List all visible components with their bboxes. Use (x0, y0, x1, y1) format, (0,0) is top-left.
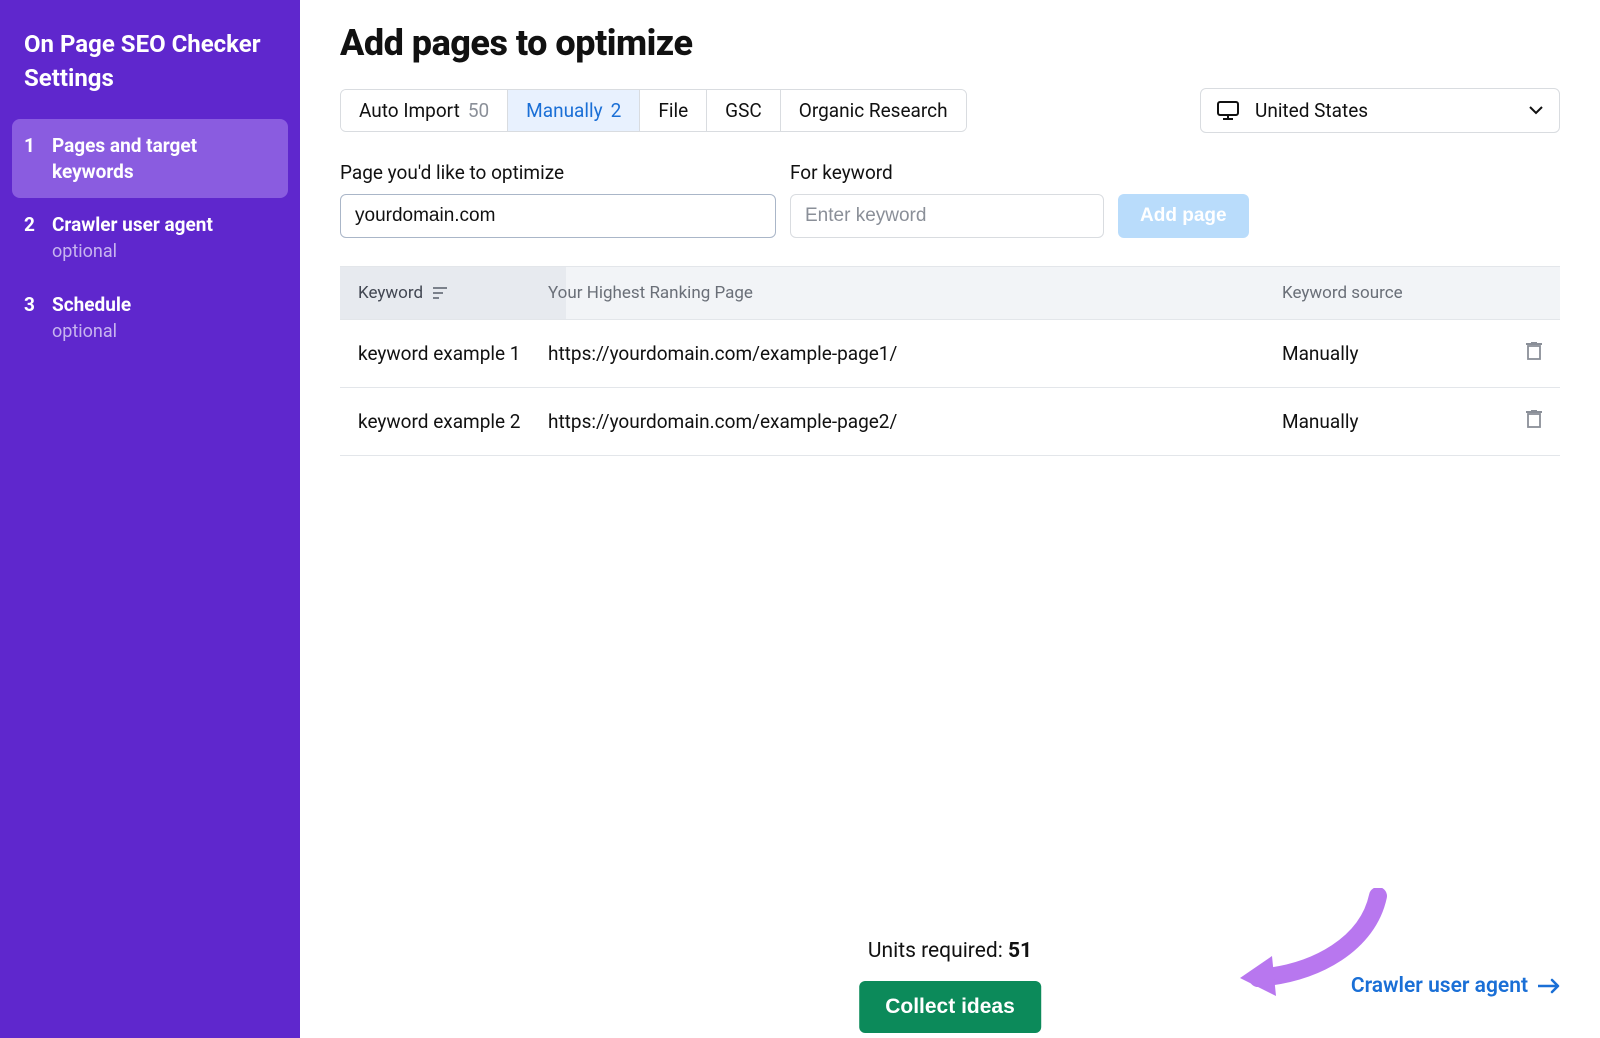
collect-ideas-button[interactable]: Collect ideas (859, 981, 1041, 1033)
desktop-icon (1217, 101, 1239, 121)
delete-row-button[interactable] (1526, 342, 1542, 360)
tab-label: Organic Research (799, 99, 948, 122)
nav-step-label: Crawler user agent (52, 213, 213, 236)
chevron-down-icon (1529, 106, 1543, 115)
page-title: Add pages to optimize (340, 22, 1560, 64)
nav-step-number: 1 (24, 133, 38, 184)
next-step-link[interactable]: Crawler user agent (1351, 974, 1560, 998)
col-source: Keyword source (1282, 283, 1482, 303)
url-input[interactable] (340, 194, 776, 238)
col-keyword[interactable]: Keyword (340, 267, 566, 319)
add-page-form: Page you'd like to optimize For keyword … (340, 161, 1560, 238)
nav-item-pages-keywords[interactable]: 1 Pages and target keywords (12, 119, 288, 198)
nav-item-crawler-agent[interactable]: 2 Crawler user agent optional (12, 198, 288, 278)
nav-step-number: 3 (24, 292, 38, 344)
nav-item-schedule[interactable]: 3 Schedule optional (12, 278, 288, 358)
keyword-input[interactable] (790, 194, 1104, 238)
arrow-right-icon (1538, 978, 1560, 994)
nav-step-sub: optional (52, 240, 213, 264)
sort-icon (433, 287, 447, 299)
keyword-field-label: For keyword (790, 161, 1104, 184)
units-value: 51 (1008, 939, 1032, 963)
tab-label: Manually (526, 99, 602, 122)
sidebar-title: On Page SEO Checker Settings (12, 28, 288, 119)
tab-count: 50 (468, 99, 489, 122)
cell-page: https://yourdomain.com/example-page1/ (548, 342, 1282, 365)
units-required: Units required: 51 (859, 939, 1041, 963)
nav-step-label: Schedule (52, 293, 131, 316)
cell-source: Manually (1282, 410, 1482, 433)
nav-step-sub: optional (52, 320, 131, 344)
keywords-table: Keyword Your Highest Ranking Page Keywor… (340, 266, 1560, 456)
cell-keyword: keyword example 2 (358, 410, 548, 433)
col-page: Your Highest Ranking Page (548, 283, 1282, 303)
table-row: keyword example 1 https://yourdomain.com… (340, 320, 1560, 388)
nav-step-label: Pages and target keywords (52, 133, 276, 184)
controls-row: Auto Import 50 Manually 2 File GSC Organ… (340, 88, 1560, 133)
tab-label: File (658, 99, 688, 122)
cell-page: https://yourdomain.com/example-page2/ (548, 410, 1282, 433)
tab-file[interactable]: File (640, 90, 707, 131)
country-label: United States (1255, 99, 1368, 122)
tab-count: 2 (611, 99, 622, 122)
tab-label: Auto Import (359, 99, 460, 122)
device-country-select[interactable]: United States (1200, 88, 1560, 133)
next-step-label: Crawler user agent (1351, 974, 1528, 998)
url-field-label: Page you'd like to optimize (340, 161, 776, 184)
footer: Units required: 51 Collect ideas Crawler… (340, 974, 1560, 998)
tab-auto-import[interactable]: Auto Import 50 (341, 90, 508, 131)
tab-manually[interactable]: Manually 2 (508, 90, 640, 131)
cell-source: Manually (1282, 342, 1482, 365)
units-label: Units required: (868, 939, 1008, 963)
main-content: Add pages to optimize Auto Import 50 Man… (300, 0, 1600, 1038)
delete-row-button[interactable] (1526, 410, 1542, 428)
tab-gsc[interactable]: GSC (707, 90, 781, 131)
source-tabs: Auto Import 50 Manually 2 File GSC Organ… (340, 89, 967, 132)
table-header: Keyword Your Highest Ranking Page Keywor… (340, 267, 1560, 320)
nav-step-number: 2 (24, 212, 38, 264)
add-page-button[interactable]: Add page (1118, 194, 1249, 238)
col-keyword-label: Keyword (358, 283, 423, 303)
tab-organic-research[interactable]: Organic Research (781, 90, 966, 131)
cell-keyword: keyword example 1 (358, 342, 548, 365)
table-row: keyword example 2 https://yourdomain.com… (340, 388, 1560, 456)
sidebar: On Page SEO Checker Settings 1 Pages and… (0, 0, 300, 1038)
tab-label: GSC (725, 99, 762, 122)
